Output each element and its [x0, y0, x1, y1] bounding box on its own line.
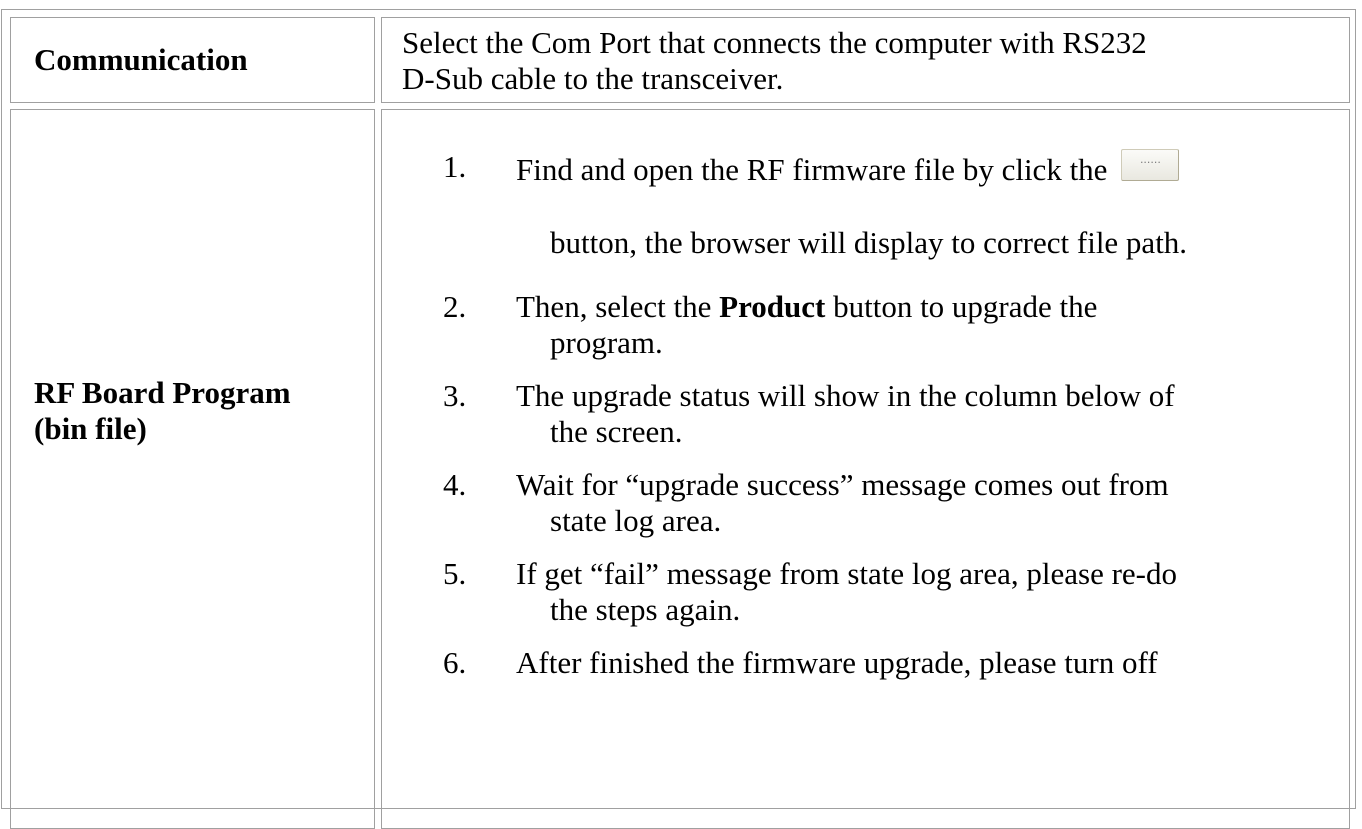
communication-description: Select the Com Port that connects the co…: [402, 25, 1337, 97]
browse-file-button-label: ......: [1139, 153, 1161, 166]
step-continuation: button, the browser will display to corr…: [550, 225, 1188, 260]
instructions-table: Communication Select the Com Port that c…: [1, 9, 1356, 829]
step-text: Find and open the RF firmware file by cl…: [516, 149, 1180, 188]
communication-description-line-2: D-Sub cable to the transceiver.: [402, 61, 784, 96]
rf-board-label: RF Board Program (bin file): [34, 375, 291, 447]
step-text: Wait for “upgrade success” message comes…: [516, 467, 1169, 502]
product-button-name: Product: [719, 289, 826, 324]
communication-description-line-1: Select the Com Port that connects the co…: [402, 25, 1147, 60]
rf-board-label-line-2: (bin file): [34, 411, 147, 446]
communication-description-cell: Select the Com Port that connects the co…: [381, 17, 1350, 103]
rf-board-label-cell: RF Board Program (bin file): [10, 109, 375, 829]
step-continuation: the screen.: [550, 414, 683, 449]
step-text-main: Find and open the RF firmware file by cl…: [516, 152, 1108, 187]
communication-label-cell: Communication: [10, 17, 375, 103]
rf-board-steps-cell: 1. Find and open the RF firmware file by…: [381, 109, 1350, 829]
step-text: The upgrade status will show in the colu…: [516, 378, 1175, 413]
step-text: After finished the firmware upgrade, ple…: [516, 645, 1158, 680]
step-number: 1.: [443, 149, 467, 184]
step-continuation: program.: [550, 325, 663, 360]
step-text-after: button to upgrade the: [825, 289, 1098, 324]
step-text-before: Then, select the: [516, 289, 720, 324]
step-number: 5.: [443, 556, 467, 591]
communication-label: Communication: [34, 42, 248, 77]
step-number: 2.: [443, 289, 467, 324]
browse-file-button[interactable]: ......: [1121, 149, 1180, 181]
step-number: 4.: [443, 467, 467, 502]
step-number: 3.: [443, 378, 467, 413]
step-text: Then, select the Product button to upgra…: [516, 289, 1097, 325]
rf-board-label-line-1: RF Board Program: [34, 375, 291, 410]
step-text: If get “fail” message from state log are…: [516, 556, 1178, 591]
step-number: 6.: [443, 645, 467, 680]
step-continuation: the steps again.: [550, 592, 741, 627]
step-continuation: state log area.: [550, 503, 722, 538]
